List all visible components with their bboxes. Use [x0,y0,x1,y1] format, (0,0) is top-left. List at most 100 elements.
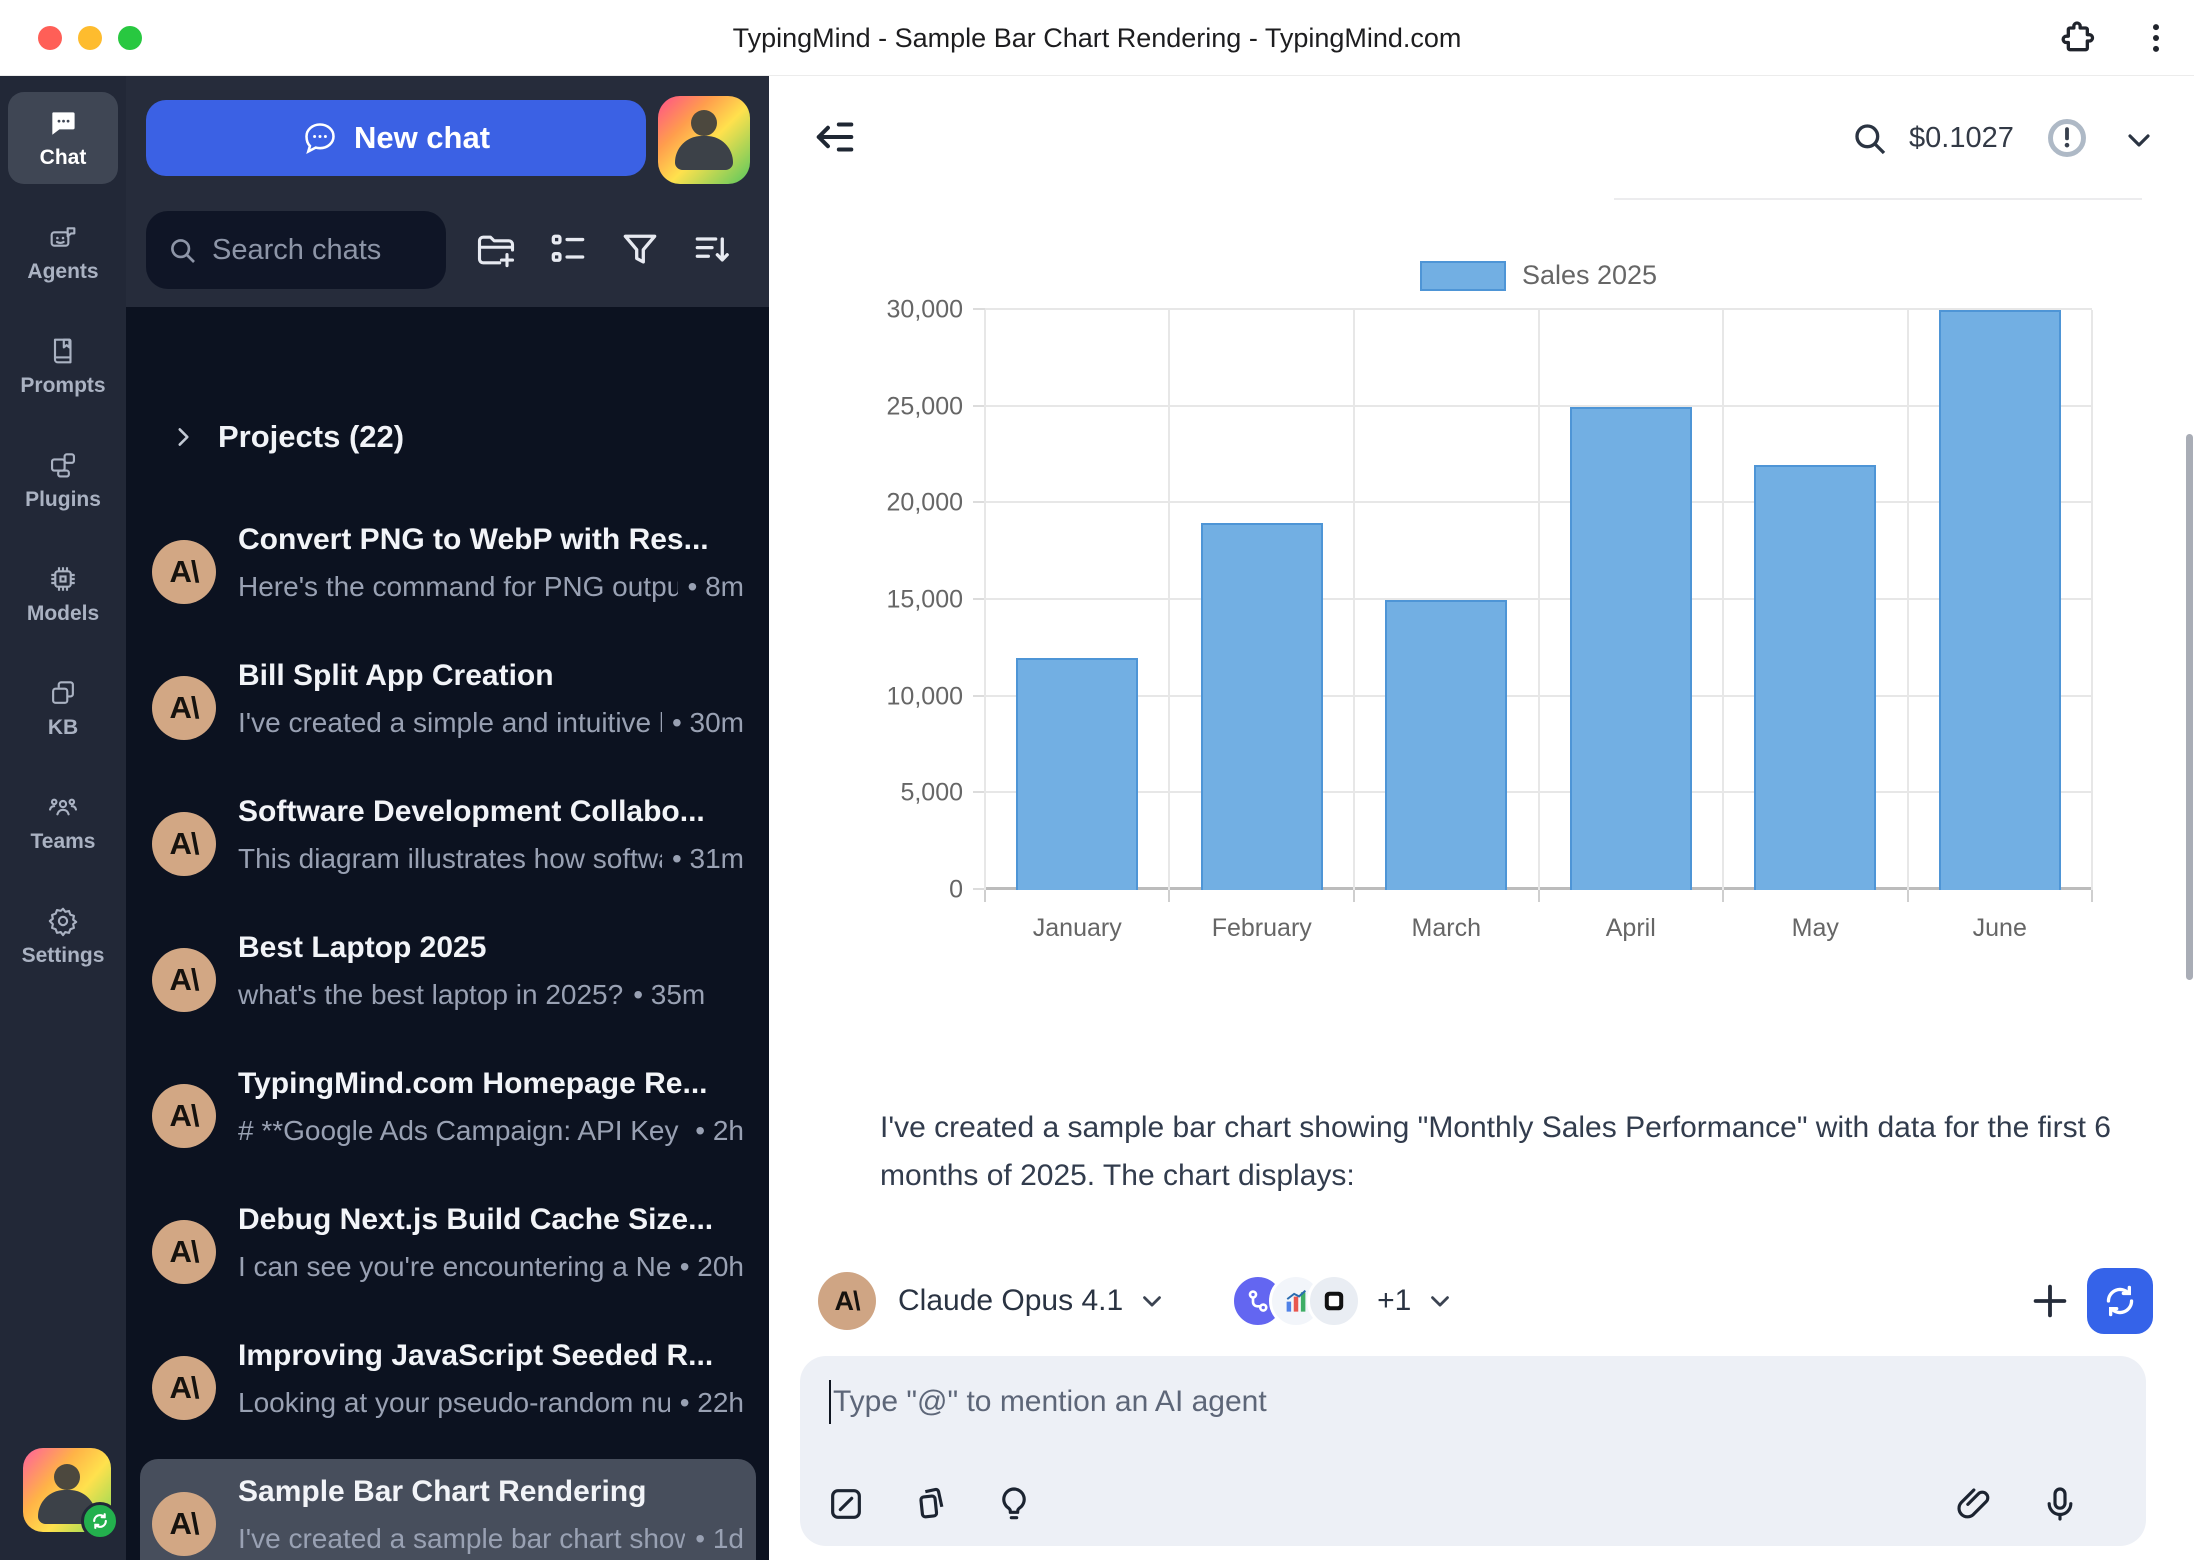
filter-icon[interactable] [618,228,662,272]
sidebar-item-teams[interactable]: Teams [8,776,118,868]
pages-copy-icon[interactable] [910,1484,950,1524]
profile-photo [691,110,717,136]
prompt-template-icon[interactable] [826,1484,866,1524]
models-icon [47,563,79,595]
projects-section-header[interactable]: Projects (22) [170,419,769,455]
sync-badge-icon [81,1502,119,1540]
chat-meta-row: Here's the command for PNG output ...• 8… [238,571,744,603]
new-folder-icon[interactable] [474,228,518,272]
x-tick-mark [2091,890,2093,902]
bar-june[interactable] [1939,310,2061,890]
chat-time: • 20h [680,1251,744,1283]
text-caret [829,1380,831,1424]
y-axis-tick-label: 0 [949,876,963,905]
y-axis-tick-label: 25,000 [887,392,963,421]
search-input[interactable]: Search chats [146,211,446,289]
browser-menu-kebab-icon[interactable] [2136,18,2176,58]
titlebar: TypingMind - Sample Bar Chart Rendering … [0,0,2194,76]
chat-preview: Looking at your pseudo-random nu... [238,1387,670,1419]
bulk-select-icon[interactable] [546,228,590,272]
anthropic-avatar: A\ [152,1084,216,1148]
sidebar-item-models[interactable]: Models [8,548,118,640]
sidebar-item-prompts[interactable]: Prompts [8,320,118,412]
anthropic-avatar: A\ [152,540,216,604]
app-window: TypingMind - Sample Bar Chart Rendering … [0,0,2194,1560]
new-chat-button[interactable]: New chat [146,100,646,176]
x-axis-tick-label: June [1973,914,2027,943]
regenerate-button[interactable] [2087,1268,2153,1334]
sidebar-toolbar: Search chats [146,210,749,290]
chat-meta-row: I can see you're encountering a Next... •… [238,1251,744,1283]
cost-alert-icon[interactable] [2045,116,2089,160]
add-attachment-plus-icon[interactable] [2027,1278,2073,1324]
paperclip-icon[interactable] [1954,1484,1994,1524]
projects-header-label: Projects (22) [218,419,404,455]
list-item[interactable]: A\Best Laptop 2025what's the best laptop… [140,915,756,1045]
bar-march[interactable] [1385,600,1507,890]
usage-cost[interactable]: $0.1027 [1909,122,2014,155]
model-selector-row: A\ Claude Opus 4.1 +1 [818,1268,1455,1334]
composer-input[interactable]: Type "@" to mention an AI agent [800,1356,2146,1546]
lightbulb-icon[interactable] [994,1484,1034,1524]
chevron-right-icon [170,424,196,450]
sidebar-item-agents[interactable]: Agents [8,206,118,298]
search-placeholder: Search chats [212,234,381,267]
microphone-icon[interactable] [2040,1484,2080,1524]
x-tick-mark [1168,890,1170,902]
bar-april[interactable] [1570,407,1692,890]
list-item[interactable]: A\TypingMind.com Homepage Re...# **Googl… [140,1051,756,1181]
plugins-more-count[interactable]: +1 [1377,1284,1411,1318]
sidebar-item-settings[interactable]: Settings [8,890,118,982]
agents-icon [47,221,79,253]
chat-sidebar: New chat Search chats Projects (22) [126,76,769,1560]
chat-bubble-icon [302,120,338,156]
chat-time: • 30m [672,707,744,739]
scrollbar-thumb[interactable] [2186,434,2193,980]
bar-january[interactable] [1016,658,1138,890]
x-tick-mark [1538,890,1540,902]
chat-time: • 31m [672,843,744,875]
model-chevron-down-icon[interactable] [1137,1286,1167,1316]
x-axis-tick-label: February [1212,914,1312,943]
y-axis-tick-label: 5,000 [900,779,963,808]
chat-preview: I can see you're encountering a Next... [238,1251,670,1283]
prompts-icon [47,335,79,367]
header-divider [1614,198,2142,200]
bar-february[interactable] [1201,523,1323,890]
nav-rail: Chat Agents Prompts Plugins Models KB Teams Set… [0,76,126,1560]
app-body: Chat Agents Prompts Plugins Models KB Teams Set… [0,76,2194,1560]
collapse-sidebar-icon[interactable] [812,114,858,160]
anthropic-avatar: A\ [152,1356,216,1420]
model-selector[interactable]: Claude Opus 4.1 [898,1284,1123,1318]
plugin-stack[interactable] [1231,1274,1361,1328]
new-chat-label: New chat [354,120,490,156]
plugins-chevron-down-icon[interactable] [1425,1286,1455,1316]
gridline-vertical [1722,310,1724,890]
list-item[interactable]: A\Bill Split App CreationI've created a … [140,643,756,773]
extensions-puzzle-icon[interactable] [2058,18,2098,58]
conversation-search-icon[interactable] [1849,118,1889,158]
bar-may[interactable] [1754,465,1876,890]
list-item[interactable]: A\Improving JavaScript Seeded R...Lookin… [140,1323,756,1453]
user-avatar[interactable] [23,1448,111,1532]
chat-title: Debug Next.js Build Cache Size... [238,1203,738,1237]
gridline-vertical [2091,310,2093,890]
chat-list: Projects (22) A\Convert PNG to WebP with… [126,307,769,1560]
plugins-icon [47,449,79,481]
chat-preview: I've created a sample bar chart showi... [238,1523,685,1555]
list-item[interactable]: A\Convert PNG to WebP with Res...Here's … [140,507,756,637]
sidebar-item-plugins[interactable]: Plugins [8,434,118,526]
sidebar-item-kb[interactable]: KB [8,662,118,754]
list-item[interactable]: A\Debug Next.js Build Cache Size...I can… [140,1187,756,1317]
composer-tools [826,1484,1034,1524]
sidebar-item-chat[interactable]: Chat [8,92,118,184]
sidebar-item-label: Plugins [25,488,101,512]
sort-icon[interactable] [690,228,734,272]
list-item[interactable]: A\Software Development Collabo...This di… [140,779,756,909]
chat-preview: I've created a simple and intuitive bi..… [238,707,662,739]
header-chevron-down-icon[interactable] [2121,122,2157,158]
profile-avatar[interactable] [658,96,750,184]
chat-items: A\Convert PNG to WebP with Res...Here's … [126,507,769,1560]
list-item[interactable]: A\Sample Bar Chart RenderingI've created… [140,1459,756,1560]
chart-legend[interactable]: Sales 2025 [985,260,2092,291]
